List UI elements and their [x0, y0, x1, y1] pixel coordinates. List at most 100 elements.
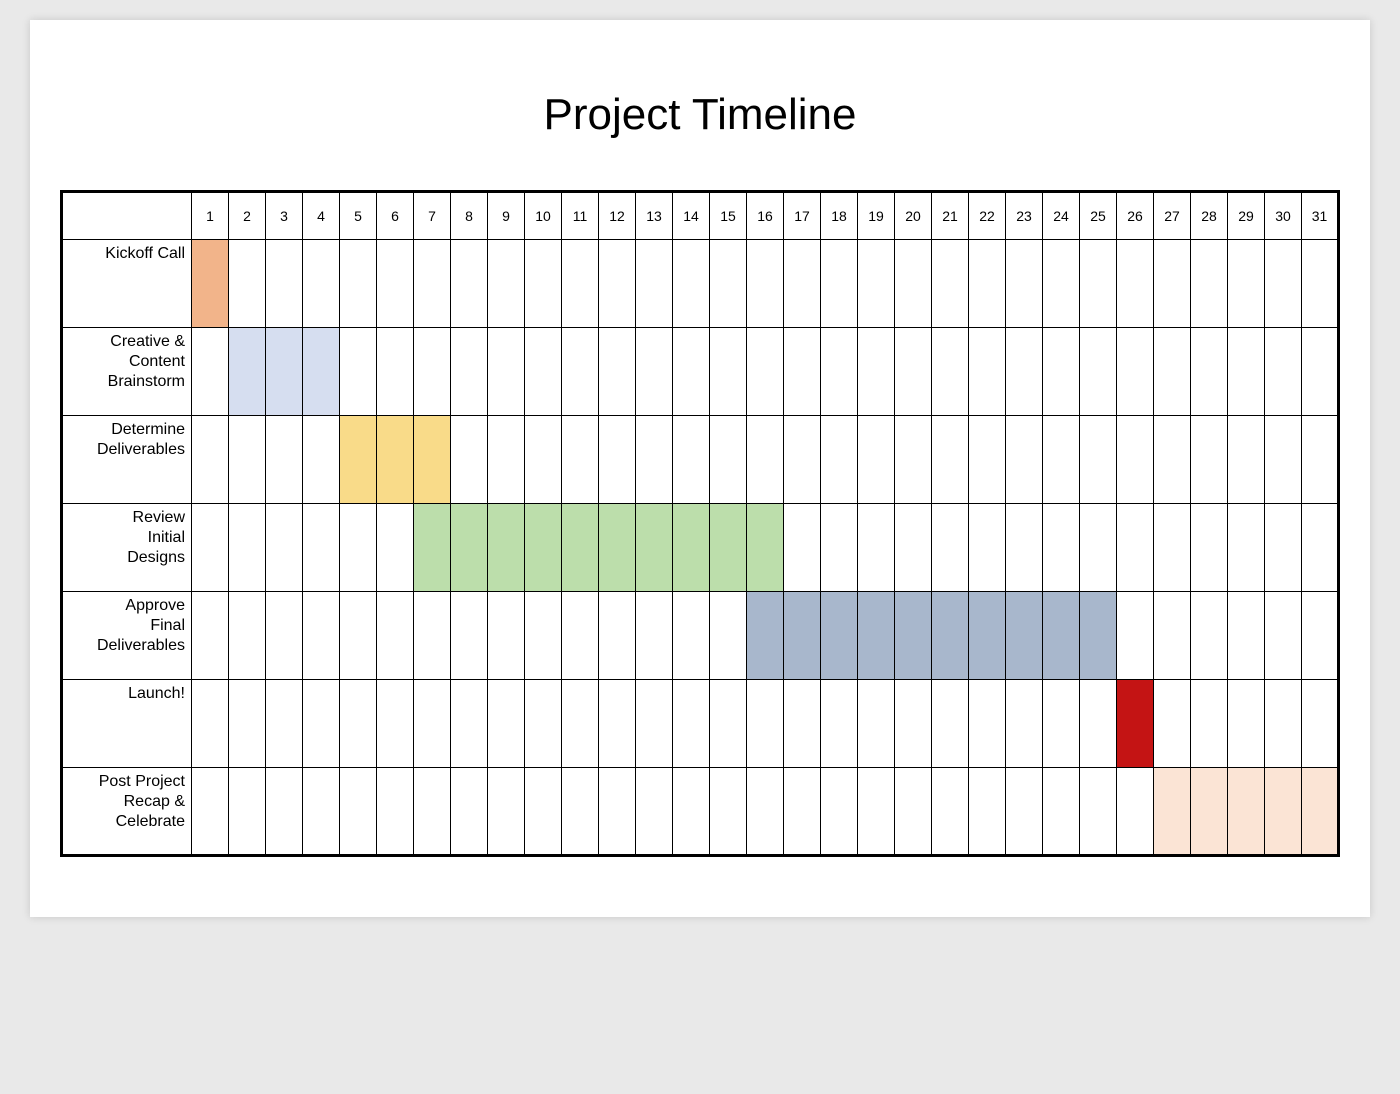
gantt-day-cell: [895, 592, 932, 680]
gantt-day-cell: [1006, 592, 1043, 680]
gantt-day-header: 15: [710, 192, 747, 240]
gantt-day-cell: [636, 768, 673, 856]
gantt-day-cell: [821, 240, 858, 328]
gantt-day-cell: [1006, 680, 1043, 768]
gantt-day-cell: [525, 504, 562, 592]
gantt-day-cell: [1006, 416, 1043, 504]
gantt-day-cell: [1117, 592, 1154, 680]
gantt-day-cell: [895, 504, 932, 592]
gantt-day-cell: [747, 768, 784, 856]
gantt-day-cell: [821, 328, 858, 416]
gantt-day-cell: [673, 680, 710, 768]
gantt-day-cell: [710, 768, 747, 856]
gantt-day-cell: [377, 240, 414, 328]
gantt-day-cell: [340, 768, 377, 856]
gantt-day-cell: [303, 240, 340, 328]
gantt-day-cell: [784, 504, 821, 592]
gantt-day-cell: [784, 680, 821, 768]
gantt-day-cell: [673, 592, 710, 680]
gantt-day-cell: [340, 592, 377, 680]
gantt-day-cell: [1265, 592, 1302, 680]
gantt-day-cell: [1191, 416, 1228, 504]
gantt-day-cell: [414, 680, 451, 768]
gantt-day-header: 2: [229, 192, 266, 240]
gantt-day-cell: [1265, 768, 1302, 856]
gantt-day-header: 17: [784, 192, 821, 240]
gantt-day-cell: [303, 768, 340, 856]
gantt-day-cell: [784, 328, 821, 416]
gantt-day-cell: [710, 240, 747, 328]
gantt-day-cell: [599, 592, 636, 680]
gantt-day-cell: [1080, 328, 1117, 416]
gantt-day-cell: [599, 328, 636, 416]
gantt-day-cell: [1154, 592, 1191, 680]
gantt-day-cell: [969, 680, 1006, 768]
gantt-day-header: 1: [192, 192, 229, 240]
gantt-day-cell: [1080, 592, 1117, 680]
gantt-day-header: 24: [1043, 192, 1080, 240]
gantt-day-cell: [1265, 328, 1302, 416]
gantt-day-cell: [562, 504, 599, 592]
gantt-day-cell: [488, 328, 525, 416]
gantt-day-cell: [895, 416, 932, 504]
gantt-day-header: 31: [1302, 192, 1339, 240]
gantt-day-cell: [895, 680, 932, 768]
gantt-day-cell: [821, 504, 858, 592]
gantt-day-cell: [377, 416, 414, 504]
gantt-day-cell: [895, 328, 932, 416]
gantt-row: Review Initial Designs: [62, 504, 1339, 592]
gantt-day-cell: [488, 680, 525, 768]
gantt-day-cell: [414, 592, 451, 680]
gantt-day-cell: [192, 416, 229, 504]
gantt-task-label: Approve Final Deliverables: [62, 592, 192, 680]
gantt-day-cell: [710, 328, 747, 416]
gantt-task-label: Creative & Content Brainstorm: [62, 328, 192, 416]
gantt-day-cell: [858, 680, 895, 768]
gantt-day-cell: [747, 240, 784, 328]
gantt-day-cell: [525, 416, 562, 504]
gantt-day-cell: [636, 680, 673, 768]
gantt-day-header: 16: [747, 192, 784, 240]
gantt-day-cell: [266, 240, 303, 328]
gantt-day-header: 4: [303, 192, 340, 240]
gantt-day-cell: [932, 416, 969, 504]
gantt-day-cell: [414, 416, 451, 504]
gantt-row: Kickoff Call: [62, 240, 1339, 328]
gantt-day-cell: [747, 680, 784, 768]
gantt-task-label: Post Project Recap & Celebrate: [62, 768, 192, 856]
gantt-day-cell: [1265, 416, 1302, 504]
document-page: Project Timeline 12345678910111213141516…: [30, 20, 1370, 917]
gantt-day-header: 25: [1080, 192, 1117, 240]
gantt-day-header: 18: [821, 192, 858, 240]
gantt-day-cell: [377, 680, 414, 768]
gantt-day-cell: [747, 416, 784, 504]
gantt-task-label: Kickoff Call: [62, 240, 192, 328]
gantt-day-cell: [266, 592, 303, 680]
gantt-day-cell: [858, 504, 895, 592]
gantt-day-cell: [784, 240, 821, 328]
gantt-day-cell: [1228, 592, 1265, 680]
gantt-day-header: 11: [562, 192, 599, 240]
gantt-day-cell: [821, 680, 858, 768]
gantt-day-header: 10: [525, 192, 562, 240]
gantt-day-cell: [451, 416, 488, 504]
gantt-day-header: 6: [377, 192, 414, 240]
gantt-task-label: Launch!: [62, 680, 192, 768]
gantt-day-cell: [1191, 504, 1228, 592]
gantt-day-cell: [562, 592, 599, 680]
gantt-day-header: 14: [673, 192, 710, 240]
gantt-day-cell: [192, 680, 229, 768]
gantt-day-cell: [1154, 416, 1191, 504]
gantt-day-cell: [969, 768, 1006, 856]
gantt-day-header: 8: [451, 192, 488, 240]
gantt-day-cell: [599, 416, 636, 504]
gantt-day-cell: [1043, 680, 1080, 768]
gantt-header-row: 1234567891011121314151617181920212223242…: [62, 192, 1339, 240]
gantt-day-header: 30: [1265, 192, 1302, 240]
gantt-day-cell: [1117, 680, 1154, 768]
gantt-day-cell: [451, 504, 488, 592]
gantt-day-cell: [414, 768, 451, 856]
gantt-day-cell: [747, 592, 784, 680]
gantt-day-cell: [932, 504, 969, 592]
gantt-day-cell: [414, 328, 451, 416]
